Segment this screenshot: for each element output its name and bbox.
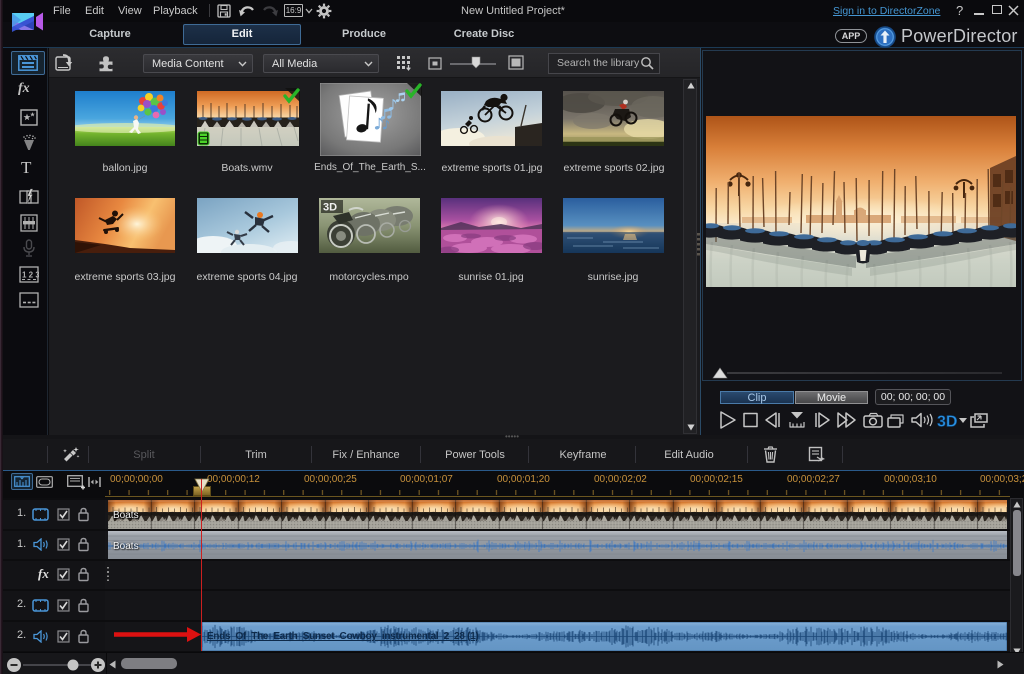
svg-text:3D: 3D <box>937 414 957 431</box>
svg-text:1 2 3: 1 2 3 <box>22 271 39 280</box>
svg-text:3D: 3D <box>323 202 337 214</box>
